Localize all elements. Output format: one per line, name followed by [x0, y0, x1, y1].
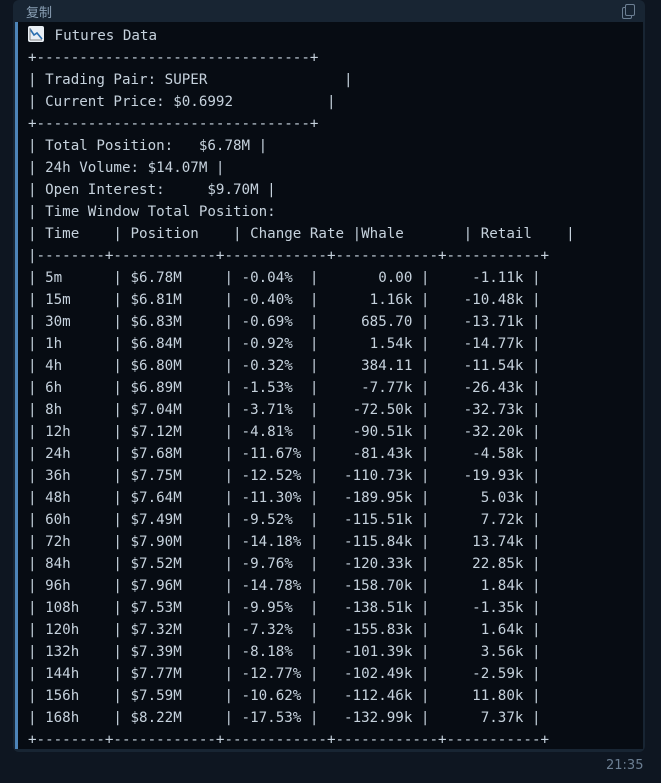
- table-separator-line: |--------+------------+------------+----…: [28, 248, 550, 264]
- table-row: | 144h | $7.77M | -12.77% | -102.49k | -…: [28, 666, 541, 682]
- table-row: | 15m | $6.81M | -0.40% | 1.16k | -10.48…: [28, 292, 541, 308]
- table-row: | 156h | $7.59M | -10.62% | -112.46k | 1…: [28, 688, 541, 704]
- table-row: | 4h | $6.80M | -0.32% | 384.11 | -11.54…: [28, 358, 541, 374]
- table-row: | 108h | $7.53M | -9.95% | -138.51k | -1…: [28, 600, 541, 616]
- message-timestamp: 21:35: [606, 758, 644, 773]
- table-row: | 84h | $7.52M | -9.76% | -120.33k | 22.…: [28, 556, 541, 572]
- table-row: | 96h | $7.96M | -14.78% | -158.70k | 1.…: [28, 578, 541, 594]
- message-bubble[interactable]: 复制 Futures Data +-----------------------…: [13, 0, 645, 752]
- total-position-line: | Total Position: $6.78M |: [28, 138, 268, 154]
- separator-line: +--------------------------------+: [28, 116, 319, 132]
- code-block-header: 复制: [13, 0, 645, 22]
- table-row: | 120h | $7.32M | -7.32% | -155.83k | 1.…: [28, 622, 541, 638]
- code-title-line: Futures Data: [28, 25, 643, 47]
- copy-label[interactable]: 复制: [26, 2, 52, 21]
- table-header-line: | Time | Position | Change Rate |Whale |…: [28, 226, 575, 242]
- table-row: | 48h | $7.64M | -11.30% | -189.95k | 5.…: [28, 490, 541, 506]
- message-title: Futures Data: [54, 28, 158, 44]
- table-footer-line: +--------+------------+------------+----…: [28, 732, 550, 748]
- table-row: | 24h | $7.68M | -11.67% | -81.43k | -4.…: [28, 446, 541, 462]
- copy-icon[interactable]: [621, 4, 635, 19]
- open-interest-line: | Open Interest: $9.70M |: [28, 182, 276, 198]
- table-row: | 36h | $7.75M | -12.52% | -110.73k | -1…: [28, 468, 541, 484]
- time-window-line: | Time Window Total Position:: [28, 204, 276, 220]
- table-row: | 12h | $7.12M | -4.81% | -90.51k | -32.…: [28, 424, 541, 440]
- table-row: | 1h | $6.84M | -0.92% | 1.54k | -14.77k…: [28, 336, 541, 352]
- trading-pair-line: | Trading Pair: SUPER |: [28, 72, 353, 88]
- table-row: | 132h | $7.39M | -8.18% | -101.39k | 3.…: [28, 644, 541, 660]
- table-row: | 6h | $6.89M | -1.53% | -7.77k | -26.43…: [28, 380, 541, 396]
- current-price-line: | Current Price: $0.6992 |: [28, 94, 336, 110]
- chart-decreasing-icon: [28, 26, 44, 42]
- separator-line: +--------------------------------+: [28, 50, 319, 66]
- table-row: | 5m | $6.78M | -0.04% | 0.00 | -1.11k |: [28, 270, 541, 286]
- table-row: | 8h | $7.04M | -3.71% | -72.50k | -32.7…: [28, 402, 541, 418]
- table-row: | 60h | $7.49M | -9.52% | -115.51k | 7.7…: [28, 512, 541, 528]
- volume-line: | 24h Volume: $14.07M |: [28, 160, 225, 176]
- table-row: | 72h | $7.90M | -14.18% | -115.84k | 13…: [28, 534, 541, 550]
- table-row: | 30m | $6.83M | -0.69% | 685.70 | -13.7…: [28, 314, 541, 330]
- table-row: | 168h | $8.22M | -17.53% | -132.99k | 7…: [28, 710, 541, 726]
- code-block[interactable]: Futures Data +--------------------------…: [15, 22, 643, 749]
